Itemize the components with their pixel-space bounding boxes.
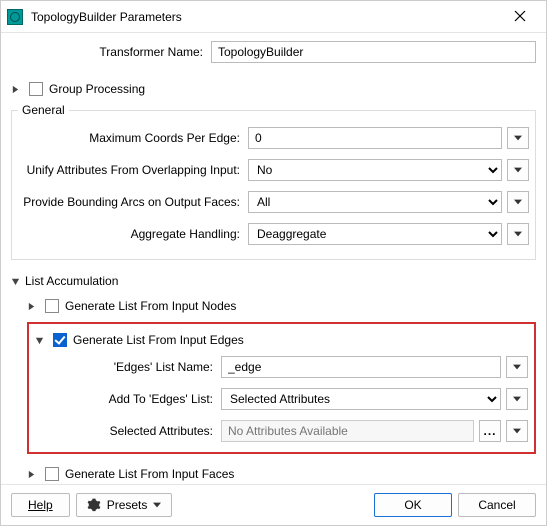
edges-list-name-input[interactable]: [221, 356, 501, 378]
list-faces-checkbox[interactable]: [45, 467, 59, 481]
max-coords-row: Maximum Coords Per Edge:: [18, 127, 529, 149]
aggregate-row: Aggregate Handling: Deaggregate: [18, 223, 529, 245]
close-button[interactable]: [500, 9, 540, 25]
list-accumulation-expander[interactable]: List Accumulation: [11, 268, 536, 292]
cancel-button[interactable]: Cancel: [458, 493, 536, 517]
list-nodes-title: Generate List From Input Nodes: [65, 299, 236, 313]
list-nodes-expander[interactable]: Generate List From Input Nodes: [27, 292, 536, 320]
edges-list-name-row: 'Edges' List Name:: [71, 356, 528, 378]
transformer-name-row: Transformer Name:: [11, 41, 536, 63]
expand-right-icon: [11, 85, 21, 94]
list-edges-expander[interactable]: Generate List From Input Edges: [35, 328, 528, 356]
aggregate-menu-button[interactable]: [507, 223, 529, 245]
list-accumulation-title: List Accumulation: [25, 274, 118, 288]
edges-selattrs-row: Selected Attributes: ...: [71, 420, 528, 442]
window-title: TopologyBuilder Parameters: [31, 10, 500, 24]
app-icon: [7, 9, 23, 25]
titlebar: TopologyBuilder Parameters: [1, 1, 546, 33]
dialog-content: Transformer Name: Group Processing Gener…: [1, 33, 546, 484]
bounding-menu-button[interactable]: [507, 191, 529, 213]
caret-down-icon: [153, 502, 161, 508]
caret-down-icon: [514, 135, 522, 141]
edges-list-name-label: 'Edges' List Name:: [71, 360, 221, 374]
unify-row: Unify Attributes From Overlapping Input:…: [18, 159, 529, 181]
aggregate-select[interactable]: Deaggregate: [248, 223, 502, 245]
max-coords-label: Maximum Coords Per Edge:: [18, 131, 248, 145]
unify-label: Unify Attributes From Overlapping Input:: [18, 163, 248, 177]
ellipsis-icon: ...: [483, 424, 496, 438]
list-edges-title: Generate List From Input Edges: [73, 333, 244, 347]
expand-right-icon: [27, 470, 37, 479]
list-accumulation-body: Generate List From Input Nodes Generate …: [11, 292, 536, 484]
aggregate-label: Aggregate Handling:: [18, 227, 248, 241]
edges-selattrs-input[interactable]: [221, 420, 474, 442]
edges-selattrs-browse-button[interactable]: ...: [479, 420, 501, 442]
dialog-window: TopologyBuilder Parameters Transformer N…: [0, 0, 547, 526]
general-group: General Maximum Coords Per Edge: Unify A…: [11, 103, 536, 260]
max-coords-input[interactable]: [248, 127, 502, 149]
group-processing-expander[interactable]: Group Processing: [11, 73, 536, 103]
close-icon: [514, 10, 526, 22]
group-processing-checkbox[interactable]: [29, 82, 43, 96]
edges-selattrs-label: Selected Attributes:: [71, 424, 221, 438]
edges-add-to-label: Add To 'Edges' List:: [71, 392, 221, 406]
bounding-label: Provide Bounding Arcs on Output Faces:: [18, 195, 248, 209]
list-nodes-checkbox[interactable]: [45, 299, 59, 313]
expand-down-icon: [11, 277, 21, 286]
unify-menu-button[interactable]: [507, 159, 529, 181]
edges-add-to-menu-button[interactable]: [506, 388, 528, 410]
edges-selattrs-menu-button[interactable]: [506, 420, 528, 442]
bounding-select[interactable]: All: [248, 191, 502, 213]
caret-down-icon: [514, 231, 522, 237]
list-edges-box: Generate List From Input Edges 'Edges' L…: [27, 322, 536, 454]
bounding-row: Provide Bounding Arcs on Output Faces: A…: [18, 191, 529, 213]
presets-button[interactable]: Presets: [76, 493, 173, 517]
ok-button[interactable]: OK: [374, 493, 452, 517]
edges-add-to-select[interactable]: Selected Attributes: [221, 388, 501, 410]
caret-down-icon: [513, 396, 521, 402]
caret-down-icon: [513, 364, 521, 370]
dialog-footer: Help Presets OK Cancel: [1, 484, 546, 525]
edges-add-to-row: Add To 'Edges' List: Selected Attributes: [71, 388, 528, 410]
unify-select[interactable]: No: [248, 159, 502, 181]
caret-down-icon: [514, 167, 522, 173]
list-faces-expander[interactable]: Generate List From Input Faces: [27, 460, 536, 484]
caret-down-icon: [514, 199, 522, 205]
list-edges-fields: 'Edges' List Name: Add To 'Edges' List: …: [35, 356, 528, 442]
list-edges-checkbox[interactable]: [53, 333, 67, 347]
list-faces-title: Generate List From Input Faces: [65, 467, 234, 481]
expand-down-icon: [35, 336, 45, 345]
transformer-name-label: Transformer Name:: [11, 45, 211, 59]
expand-right-icon: [27, 302, 37, 311]
group-processing-title: Group Processing: [49, 82, 145, 96]
general-legend: General: [18, 103, 69, 117]
edges-list-name-menu-button[interactable]: [506, 356, 528, 378]
gear-icon: [87, 498, 101, 512]
transformer-name-input[interactable]: [211, 41, 536, 63]
presets-label: Presets: [107, 498, 148, 512]
max-coords-menu-button[interactable]: [507, 127, 529, 149]
caret-down-icon: [513, 428, 521, 434]
help-button[interactable]: Help: [11, 493, 70, 517]
